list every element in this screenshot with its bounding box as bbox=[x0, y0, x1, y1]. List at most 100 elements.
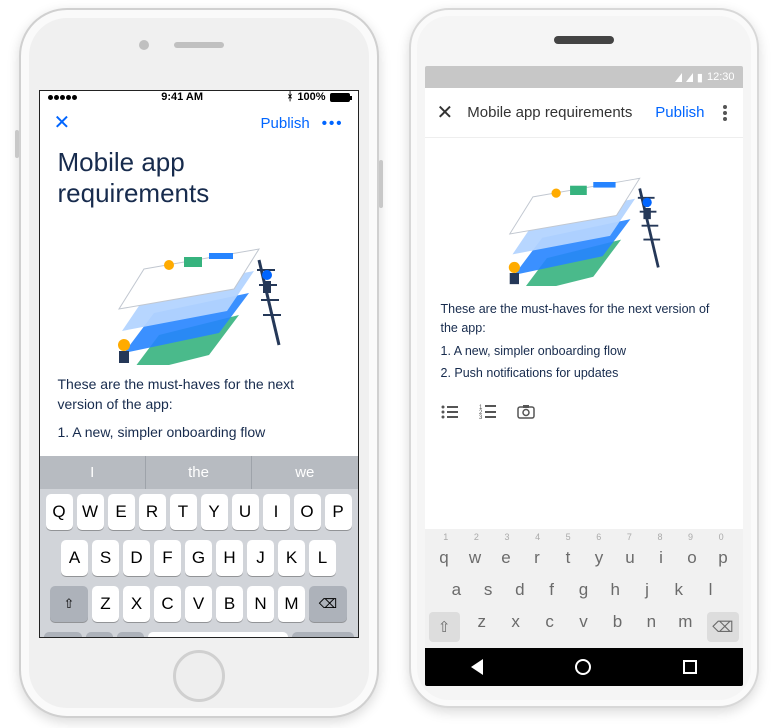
suggestion[interactable]: we bbox=[252, 456, 357, 489]
key[interactable]: e bbox=[493, 548, 519, 568]
shift-key[interactable]: ⇧ bbox=[50, 586, 88, 622]
android-speaker bbox=[554, 36, 614, 44]
key[interactable]: i bbox=[648, 548, 674, 568]
key[interactable]: n bbox=[639, 612, 663, 642]
key[interactable]: w bbox=[462, 548, 488, 568]
recents-button[interactable] bbox=[683, 660, 697, 674]
key[interactable]: l bbox=[698, 580, 724, 600]
num-hint: 0 bbox=[719, 532, 724, 542]
intro-paragraph[interactable]: These are the must-haves for the next ve… bbox=[58, 375, 340, 414]
publish-button[interactable]: Publish bbox=[655, 104, 704, 121]
key[interactable]: Y bbox=[201, 494, 228, 530]
document-body[interactable]: These are the must-haves for the next ve… bbox=[40, 369, 358, 456]
key[interactable]: J bbox=[247, 540, 274, 576]
key[interactable]: y bbox=[586, 548, 612, 568]
key[interactable]: M bbox=[278, 586, 305, 622]
backspace-key[interactable]: ⌫ bbox=[707, 612, 738, 642]
key[interactable]: R bbox=[139, 494, 166, 530]
more-menu-button[interactable] bbox=[719, 105, 731, 121]
document-body[interactable]: These are the must-haves for the next ve… bbox=[425, 294, 743, 393]
bulleted-list-button[interactable] bbox=[441, 403, 459, 426]
key[interactable]: z bbox=[470, 612, 494, 642]
svg-text:3: 3 bbox=[479, 415, 483, 421]
shift-key[interactable]: ⇧ bbox=[429, 612, 460, 642]
key[interactable]: d bbox=[507, 580, 533, 600]
key[interactable]: h bbox=[602, 580, 628, 600]
key[interactable]: E bbox=[108, 494, 135, 530]
emoji-key[interactable]: ☺ bbox=[86, 632, 113, 638]
android-nav-bar bbox=[425, 648, 743, 686]
list-item[interactable]: 1. A new, simpler onboarding flow bbox=[441, 342, 727, 361]
key[interactable]: V bbox=[185, 586, 212, 622]
key[interactable]: b bbox=[605, 612, 629, 642]
cellular-signal-icon bbox=[686, 73, 693, 82]
key[interactable]: v bbox=[572, 612, 596, 642]
close-button[interactable]: ✕ bbox=[54, 113, 71, 133]
key[interactable]: K bbox=[278, 540, 305, 576]
key[interactable]: S bbox=[92, 540, 119, 576]
key[interactable]: G bbox=[185, 540, 212, 576]
keyboard-row: A S D F G H J K L bbox=[40, 535, 358, 581]
suggestion[interactable]: the bbox=[146, 456, 252, 489]
key[interactable]: L bbox=[309, 540, 336, 576]
key[interactable]: I bbox=[263, 494, 290, 530]
key[interactable]: p bbox=[710, 548, 736, 568]
key[interactable]: t bbox=[555, 548, 581, 568]
key[interactable]: g bbox=[570, 580, 596, 600]
numbers-key[interactable]: 123 bbox=[44, 632, 82, 638]
list-item[interactable]: 2. Push notifications for updates bbox=[441, 364, 727, 383]
publish-button[interactable]: Publish bbox=[261, 115, 310, 132]
key[interactable]: N bbox=[247, 586, 274, 622]
key[interactable]: H bbox=[216, 540, 243, 576]
iphone-home-button[interactable] bbox=[173, 650, 225, 702]
wifi-signal-icon bbox=[675, 73, 682, 82]
key[interactable]: s bbox=[475, 580, 501, 600]
key[interactable]: q bbox=[431, 548, 457, 568]
status-time: 9:41 AM bbox=[161, 91, 203, 103]
key[interactable]: W bbox=[77, 494, 104, 530]
layers-illustration-icon bbox=[489, 156, 679, 286]
return-key[interactable]: return bbox=[292, 632, 354, 638]
space-key[interactable]: space bbox=[148, 632, 288, 638]
key[interactable]: D bbox=[123, 540, 150, 576]
key[interactable]: X bbox=[123, 586, 150, 622]
more-menu-button[interactable]: ••• bbox=[322, 115, 344, 132]
key[interactable]: O bbox=[294, 494, 321, 530]
intro-paragraph[interactable]: These are the must-haves for the next ve… bbox=[441, 300, 727, 338]
mic-key[interactable] bbox=[117, 632, 144, 638]
key[interactable]: k bbox=[666, 580, 692, 600]
key[interactable]: T bbox=[170, 494, 197, 530]
list-item[interactable]: 1. A new, simpler onboarding flow bbox=[58, 423, 340, 443]
close-button[interactable]: ✕ bbox=[437, 100, 454, 125]
num-hint: 3 bbox=[504, 532, 509, 542]
key[interactable]: a bbox=[443, 580, 469, 600]
num-hint: 2 bbox=[474, 532, 479, 542]
layers-illustration-icon bbox=[99, 225, 299, 365]
key[interactable]: f bbox=[539, 580, 565, 600]
backspace-key[interactable]: ⌫ bbox=[309, 586, 347, 622]
key[interactable]: C bbox=[154, 586, 181, 622]
key[interactable]: U bbox=[232, 494, 259, 530]
key[interactable]: m bbox=[673, 612, 697, 642]
keyboard-row: ⇧ z x c v b n m ⌫ bbox=[425, 606, 743, 648]
key[interactable]: u bbox=[617, 548, 643, 568]
key[interactable]: B bbox=[216, 586, 243, 622]
key[interactable]: x bbox=[504, 612, 528, 642]
key[interactable]: j bbox=[634, 580, 660, 600]
ios-status-bar: 9:41 AM ᚼ 100% bbox=[40, 91, 358, 103]
android-screen: ▮ 12:30 ✕ Mobile app requirements Publis… bbox=[425, 66, 743, 686]
numbered-list-button[interactable]: 123 bbox=[479, 403, 497, 426]
key[interactable]: o bbox=[679, 548, 705, 568]
page-title[interactable]: Mobile apprequirements bbox=[40, 143, 358, 215]
key[interactable]: r bbox=[524, 548, 550, 568]
key[interactable]: F bbox=[154, 540, 181, 576]
key[interactable]: Q bbox=[46, 494, 73, 530]
key[interactable]: Z bbox=[92, 586, 119, 622]
key[interactable]: A bbox=[61, 540, 88, 576]
home-button[interactable] bbox=[575, 659, 591, 675]
camera-button[interactable] bbox=[517, 403, 535, 426]
back-button[interactable] bbox=[471, 659, 483, 675]
key[interactable]: P bbox=[325, 494, 352, 530]
suggestion[interactable]: I bbox=[40, 456, 146, 489]
key[interactable]: c bbox=[538, 612, 562, 642]
